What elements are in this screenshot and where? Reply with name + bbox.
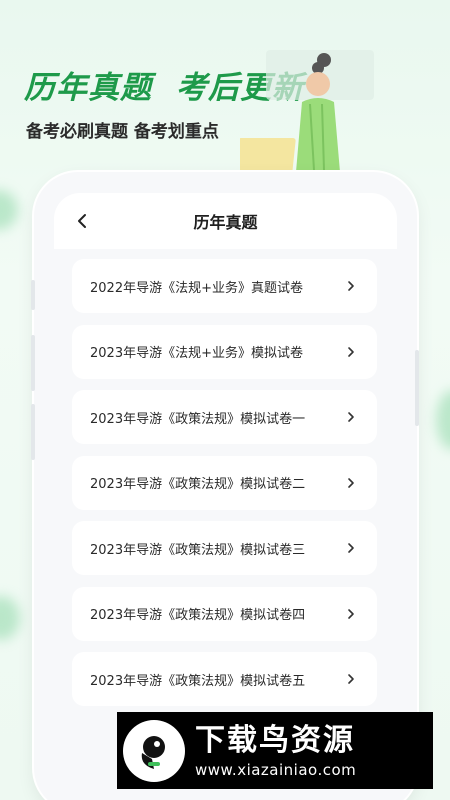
exam-item-label: 2023年导游《政策法规》模拟试卷五 [90,673,306,689]
nav-bar: 历年真题 [54,193,397,249]
phone-screen: 历年真题 2022年导游《法规+业务》真题试卷 2023年导游《法规+业务》模拟… [54,193,397,793]
exam-list-item[interactable]: 2023年导游《法规+业务》模拟试卷 [72,324,377,379]
chevron-right-icon [348,608,354,619]
exam-list-item[interactable]: 2023年导游《政策法规》模拟试卷四 [72,586,377,641]
phone-side-button [31,335,35,391]
watermark-url: www.xiazainiao.com [195,760,357,779]
phone-side-button [31,404,35,460]
chevron-right-icon [348,281,354,291]
chevron-left-icon[interactable] [68,207,96,235]
exam-list-item[interactable]: 2022年导游《法规+业务》真题试卷 [72,259,377,313]
promo-subheadline: 备考必刷真题 备考划重点 [26,122,219,142]
exam-item-label: 2023年导游《政策法规》模拟试卷四 [90,608,306,623]
exam-item-label: 2022年导游《法规+业务》真题试卷 [90,280,303,296]
chevron-right-icon [348,412,354,422]
decor-blob-left-top [0,190,18,230]
page-title: 历年真题 [193,213,258,232]
watermark-banner: 下载鸟资源 www.xiazainiao.com [117,712,433,789]
decor-blob-right [436,390,450,450]
exam-item-label: 2023年导游《法规+业务》模拟试卷 [90,346,303,361]
exam-item-label: 2023年导游《政策法规》模拟试卷二 [90,477,306,492]
person-laptop-illustration [240,50,374,177]
chevron-right-icon [348,543,354,553]
promo-headline-part1: 历年真题 [24,70,152,106]
phone-side-button [415,350,419,426]
exam-list: 2022年导游《法规+业务》真题试卷 2023年导游《法规+业务》模拟试卷 20… [72,259,377,718]
watermark-text: 下载鸟资源 www.xiazainiao.com [195,723,356,779]
exam-list-item[interactable]: 2023年导游《政策法规》模拟试卷一 [72,390,377,444]
exam-list-item[interactable]: 2023年导游《政策法规》模拟试卷三 [72,521,377,575]
chevron-right-icon [348,346,354,357]
chevron-right-icon [348,674,354,684]
exam-item-label: 2023年导游《政策法规》模拟试卷三 [90,542,306,558]
phone-side-button [31,280,35,310]
chevron-right-icon [348,477,354,488]
decor-blob-left-bottom [0,596,20,640]
watermark-name: 下载鸟资源 [195,722,355,758]
exam-item-label: 2023年导游《政策法规》模拟试卷一 [90,411,306,427]
exam-list-item[interactable]: 2023年导游《政策法规》模拟试卷二 [72,455,377,510]
bird-logo-icon [123,719,185,782]
exam-list-item[interactable]: 2023年导游《政策法规》模拟试卷五 [72,652,377,706]
